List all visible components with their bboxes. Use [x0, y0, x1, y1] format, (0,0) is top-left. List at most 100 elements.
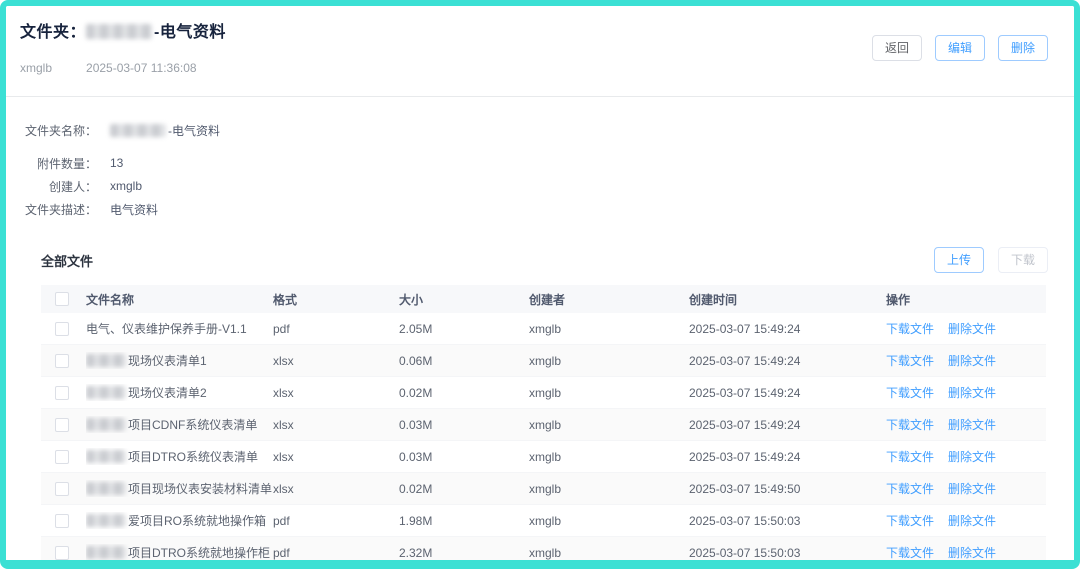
table-row: 现场仪表清单2 xlsx 0.02M xmglb 2025-03-07 15:4…: [41, 377, 1046, 409]
page-header: 文件夹：-电气资料 xmglb 2025-03-07 11:36:08 返回 编…: [6, 6, 1074, 75]
delete-file-link[interactable]: 删除文件: [948, 384, 996, 401]
row-checkbox-cell: [41, 322, 86, 336]
folder-name-label: 文件夹名称：: [6, 122, 97, 139]
file-format: pdf: [273, 546, 399, 560]
download-file-link[interactable]: 下载文件: [886, 512, 934, 529]
table-row: 电气、仪表维护保养手册-V1.1 pdf 2.05M xmglb 2025-03…: [41, 313, 1046, 345]
file-creator: xmglb: [529, 418, 689, 432]
file-size: 2.32M: [399, 546, 529, 560]
file-format: pdf: [273, 514, 399, 528]
row-actions: 下载文件 删除文件: [886, 512, 1046, 529]
file-name: 爱项目RO系统就地操作箱: [86, 512, 273, 529]
redacted-folder-name: [110, 124, 166, 137]
row-actions: 下载文件 删除文件: [886, 384, 1046, 401]
row-checkbox-cell: [41, 450, 86, 464]
table-row: 现场仪表清单1 xlsx 0.06M xmglb 2025-03-07 15:4…: [41, 345, 1046, 377]
file-size: 0.02M: [399, 482, 529, 496]
file-created-time: 2025-03-07 15:49:24: [689, 354, 886, 368]
file-created-time: 2025-03-07 15:49:24: [689, 386, 886, 400]
header-file-name: 文件名称: [86, 291, 273, 308]
redacted-name-prefix: [86, 514, 126, 527]
header-created-time-col: 创建时间: [689, 291, 886, 308]
row-checkbox[interactable]: [55, 450, 69, 464]
table-row: 项目CDNF系统仪表清单 xlsx 0.03M xmglb 2025-03-07…: [41, 409, 1046, 441]
delete-file-link[interactable]: 删除文件: [948, 448, 996, 465]
file-size: 0.06M: [399, 354, 529, 368]
file-creator: xmglb: [529, 482, 689, 496]
delete-file-link[interactable]: 删除文件: [948, 512, 996, 529]
table-row: 项目DTRO系统仪表清单 xlsx 0.03M xmglb 2025-03-07…: [41, 441, 1046, 473]
redacted-name-prefix: [86, 418, 126, 431]
delete-file-link[interactable]: 删除文件: [948, 480, 996, 497]
header-action: 操作: [886, 291, 1046, 308]
download-file-link[interactable]: 下载文件: [886, 320, 934, 337]
info-row-attachment-count: 附件数量： 13: [6, 152, 1074, 174]
file-table-header-row: 文件名称 格式 大小 创建者 创建时间 操作: [41, 285, 1046, 313]
file-name: 项目CDNF系统仪表清单: [86, 416, 273, 433]
row-checkbox[interactable]: [55, 354, 69, 368]
header-creator: xmglb: [20, 61, 52, 75]
row-actions: 下载文件 删除文件: [886, 544, 1046, 561]
screenshot-frame: 文件夹：-电气资料 xmglb 2025-03-07 11:36:08 返回 编…: [0, 0, 1080, 569]
file-created-time: 2025-03-07 15:49:24: [689, 322, 886, 336]
file-size: 1.98M: [399, 514, 529, 528]
file-creator: xmglb: [529, 450, 689, 464]
download-file-link[interactable]: 下载文件: [886, 544, 934, 561]
table-row: 项目现场仪表安装材料清单 xlsx 0.02M xmglb 2025-03-07…: [41, 473, 1046, 505]
file-format: xlsx: [273, 482, 399, 496]
page-title-prefix: 文件夹：: [20, 24, 86, 41]
file-format: xlsx: [273, 354, 399, 368]
row-checkbox-cell: [41, 546, 86, 560]
delete-file-link[interactable]: 删除文件: [948, 320, 996, 337]
back-button[interactable]: 返回: [872, 35, 922, 61]
download-file-link[interactable]: 下载文件: [886, 384, 934, 401]
page-title-suffix: -电气资料: [154, 24, 226, 41]
download-file-link[interactable]: 下载文件: [886, 352, 934, 369]
info-row-folder-name: 文件夹名称： -电气资料: [6, 119, 1074, 141]
delete-file-link[interactable]: 删除文件: [948, 352, 996, 369]
file-creator: xmglb: [529, 322, 689, 336]
row-checkbox[interactable]: [55, 386, 69, 400]
delete-file-link[interactable]: 删除文件: [948, 416, 996, 433]
redacted-name-prefix: [86, 546, 126, 559]
file-created-time: 2025-03-07 15:49:24: [689, 418, 886, 432]
download-file-link[interactable]: 下载文件: [886, 416, 934, 433]
row-checkbox[interactable]: [55, 482, 69, 496]
delete-button[interactable]: 删除: [998, 35, 1048, 61]
folder-info-section: 文件夹名称： -电气资料 附件数量： 13 创建人： xmglb 文件夹描述： …: [6, 97, 1074, 220]
row-checkbox-cell: [41, 482, 86, 496]
row-checkbox-cell: [41, 354, 86, 368]
file-size: 2.05M: [399, 322, 529, 336]
file-creator: xmglb: [529, 386, 689, 400]
attachment-count-value: 13: [110, 156, 123, 170]
row-checkbox-cell: [41, 418, 86, 432]
header-size: 大小: [399, 291, 529, 308]
edit-button[interactable]: 编辑: [935, 35, 985, 61]
header-buttons: 返回 编辑 删除: [872, 35, 1048, 61]
file-created-time: 2025-03-07 15:50:03: [689, 514, 886, 528]
row-checkbox[interactable]: [55, 546, 69, 560]
info-row-creator: 创建人： xmglb: [6, 175, 1074, 197]
attachment-count-label: 附件数量：: [6, 155, 97, 172]
file-created-time: 2025-03-07 15:49:24: [689, 450, 886, 464]
file-created-time: 2025-03-07 15:49:50: [689, 482, 886, 496]
download-button[interactable]: 下载: [998, 247, 1048, 273]
file-created-time: 2025-03-07 15:50:03: [689, 546, 886, 560]
row-checkbox[interactable]: [55, 322, 69, 336]
file-table-body: 电气、仪表维护保养手册-V1.1 pdf 2.05M xmglb 2025-03…: [41, 313, 1046, 569]
file-name: 电气、仪表维护保养手册-V1.1: [86, 320, 273, 337]
download-file-link[interactable]: 下载文件: [886, 448, 934, 465]
row-actions: 下载文件 删除文件: [886, 416, 1046, 433]
delete-file-link[interactable]: 删除文件: [948, 544, 996, 561]
upload-button[interactable]: 上传: [934, 247, 984, 273]
row-checkbox[interactable]: [55, 418, 69, 432]
description-value: 电气资料: [110, 201, 158, 218]
file-format: pdf: [273, 322, 399, 336]
row-checkbox[interactable]: [55, 514, 69, 528]
file-size: 0.03M: [399, 450, 529, 464]
select-all-checkbox[interactable]: [55, 292, 69, 306]
row-checkbox-cell: [41, 514, 86, 528]
file-name: 项目DTRO系统仪表清单: [86, 448, 273, 465]
download-file-link[interactable]: 下载文件: [886, 480, 934, 497]
file-name: 项目DTRO系统就地操作柜: [86, 544, 273, 561]
